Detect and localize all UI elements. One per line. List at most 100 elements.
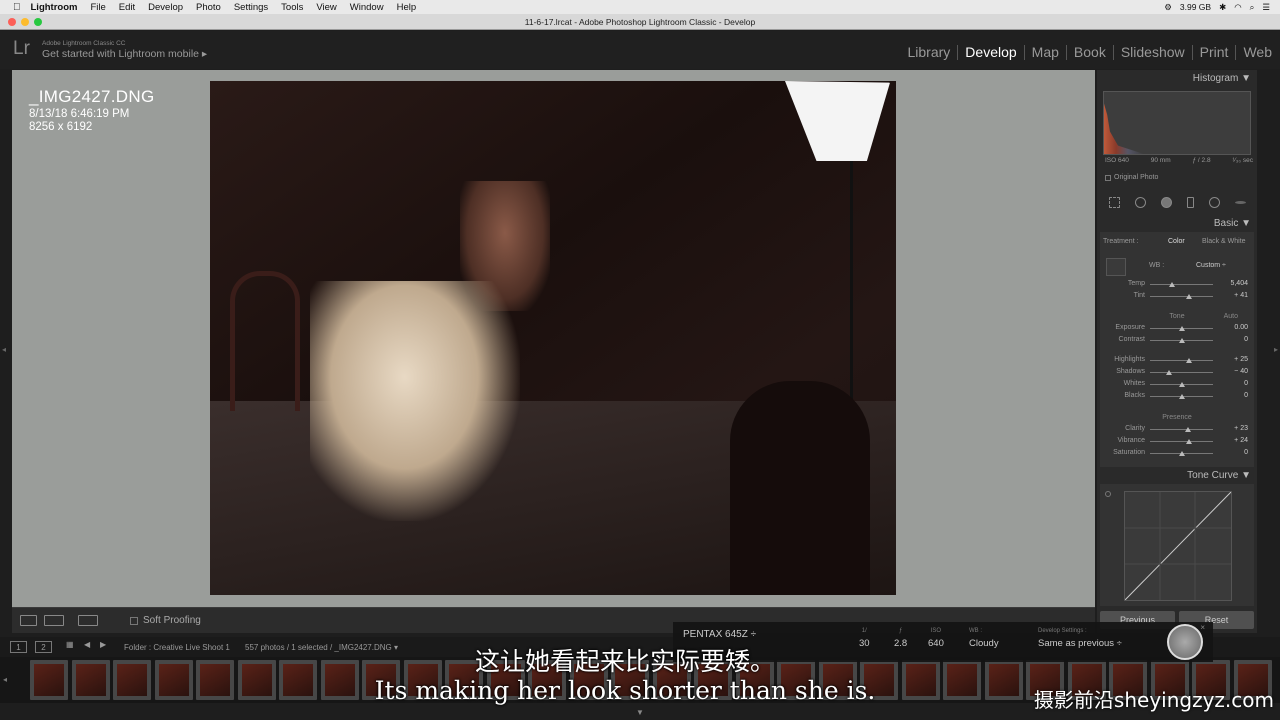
slider-track[interactable] (1150, 441, 1213, 442)
slider-track[interactable] (1150, 372, 1213, 373)
slider-thumb[interactable] (1178, 326, 1185, 331)
soft-proofing-checkbox[interactable] (130, 616, 138, 625)
slider-thumb[interactable] (1169, 282, 1176, 287)
menu-bar:  Lightroom File Edit Develop Photo Sett… (0, 0, 1280, 14)
radial-filter-icon[interactable] (1208, 196, 1220, 208)
tone-curve-graph[interactable] (1124, 491, 1232, 601)
wb-label: WB : (1149, 262, 1165, 269)
wb-select[interactable]: Custom ÷ (1196, 262, 1226, 269)
left-panel-toggle-icon[interactable]: ◂ (2, 345, 6, 354)
search-icon[interactable]: ⌕ (1250, 2, 1255, 13)
histogram[interactable] (1103, 91, 1251, 155)
window-title: 11-6-17.lrcat - Adobe Photoshop Lightroo… (524, 17, 756, 27)
photo-light-stand (850, 161, 853, 401)
slider-thumb[interactable] (1178, 394, 1185, 399)
menu-icon[interactable]: ☰ (1262, 2, 1270, 13)
module-library[interactable]: Library (901, 45, 959, 60)
menu-photo[interactable]: Photo (196, 2, 221, 13)
red-eye-icon[interactable] (1160, 196, 1172, 208)
slider-value[interactable]: 5,404 (1230, 280, 1248, 287)
slider-track[interactable] (1150, 296, 1213, 297)
slider-value[interactable]: + 41 (1234, 292, 1248, 299)
slider-track[interactable] (1150, 360, 1213, 361)
mobile-link[interactable]: Get started with Lightroom mobile ▸ (42, 48, 207, 60)
tone-curve-line (1124, 491, 1232, 601)
histogram-header[interactable]: Histogram ▼ (1193, 73, 1251, 84)
tone-auto-button[interactable]: Auto (1224, 313, 1238, 320)
original-photo-label: Original Photo (1114, 174, 1159, 181)
slider-thumb[interactable] (1178, 382, 1185, 387)
slider-value[interactable]: 0 (1244, 449, 1248, 456)
histo-aperture: ƒ / 2.8 (1192, 157, 1211, 164)
before-after-icon[interactable] (44, 615, 64, 626)
crop-tool-icon[interactable] (1108, 196, 1120, 208)
slider-thumb[interactable] (1185, 427, 1192, 432)
basic-header[interactable]: Basic ▼ (1214, 218, 1251, 229)
bluetooth-icon[interactable]: ✱ (1219, 2, 1226, 13)
slider-value[interactable]: + 25 (1234, 356, 1248, 363)
module-book[interactable]: Book (1067, 45, 1114, 60)
slider-track[interactable] (1150, 284, 1213, 285)
wb-eyedropper-icon[interactable] (1106, 258, 1126, 276)
spot-removal-icon[interactable] (1134, 196, 1146, 208)
slider-value[interactable]: + 24 (1234, 437, 1248, 444)
status-icon[interactable]: ⚙ (1164, 2, 1172, 13)
slider-thumb[interactable] (1165, 370, 1172, 375)
slider-thumb[interactable] (1186, 294, 1193, 299)
yy-view-icon[interactable] (78, 615, 98, 626)
slider-track[interactable] (1150, 429, 1213, 430)
original-photo-toggle[interactable]: Original Photo (1105, 174, 1158, 181)
slider-value[interactable]: 0 (1244, 380, 1248, 387)
slider-value[interactable]: − 40 (1234, 368, 1248, 375)
filmstrip-toggle-icon[interactable]: ▼ (636, 708, 644, 717)
module-map[interactable]: Map (1025, 45, 1067, 60)
histo-iso: ISO 640 (1105, 157, 1129, 164)
menu-lightroom[interactable]: Lightroom (31, 2, 78, 13)
module-web[interactable]: Web (1236, 45, 1272, 60)
camera-model[interactable]: PENTAX 645Z ÷ (683, 629, 756, 640)
slider-value[interactable]: + 23 (1234, 425, 1248, 432)
tone-curve-header[interactable]: Tone Curve ▼ (1187, 470, 1251, 481)
original-photo-checkbox[interactable] (1105, 174, 1111, 181)
info-dimensions: 8256 x 6192 (29, 121, 93, 133)
slider-label: Vibrance (1117, 437, 1145, 444)
basic-panel: Treatment : Color Black & White WB : Cus… (1100, 232, 1254, 467)
right-panel-toggle-icon[interactable]: ▸ (1274, 345, 1278, 354)
menu-edit[interactable]: Edit (119, 2, 135, 13)
wifi-icon[interactable]: ◠ (1234, 2, 1241, 13)
module-slideshow[interactable]: Slideshow (1114, 45, 1193, 60)
tone-section-label: Tone Auto (1169, 313, 1238, 320)
treatment-color[interactable]: Color (1168, 238, 1185, 245)
slider-value[interactable]: 0.00 (1234, 324, 1248, 331)
menu-view[interactable]: View (316, 2, 336, 13)
soft-proofing-toggle[interactable]: Soft Proofing (130, 615, 201, 626)
menu-tools[interactable]: Tools (281, 2, 303, 13)
zoom-window-button[interactable] (34, 18, 42, 26)
module-develop[interactable]: Develop (958, 45, 1025, 60)
treatment-bw[interactable]: Black & White (1202, 238, 1246, 245)
slider-value[interactable]: 0 (1244, 336, 1248, 343)
minimize-window-button[interactable] (21, 18, 29, 26)
treatment-label: Treatment : (1103, 238, 1139, 245)
disk-usage[interactable]: 3.99 GB (1180, 2, 1211, 12)
slider-thumb[interactable] (1186, 358, 1193, 363)
apple-icon[interactable]:  (13, 2, 21, 13)
module-print[interactable]: Print (1193, 45, 1237, 60)
photo-preview[interactable] (210, 81, 896, 595)
menu-settings[interactable]: Settings (234, 2, 268, 13)
slider-thumb[interactable] (1178, 338, 1185, 343)
slider-thumb[interactable] (1178, 451, 1185, 456)
close-window-button[interactable] (8, 18, 16, 26)
menu-help[interactable]: Help (397, 2, 417, 13)
hud-close-icon[interactable]: × (1200, 623, 1205, 632)
menu-file[interactable]: File (90, 2, 105, 13)
menu-window[interactable]: Window (350, 2, 384, 13)
loupe-view-icon[interactable] (20, 615, 37, 626)
slider-thumb[interactable] (1186, 439, 1193, 444)
lightroom-logo: Lr (13, 38, 30, 59)
adjustment-brush-icon[interactable] (1234, 200, 1246, 204)
targeted-adjustment-icon[interactable] (1105, 491, 1111, 497)
slider-value[interactable]: 0 (1244, 392, 1248, 399)
menu-develop[interactable]: Develop (148, 2, 183, 13)
graduated-filter-icon[interactable] (1186, 196, 1194, 208)
